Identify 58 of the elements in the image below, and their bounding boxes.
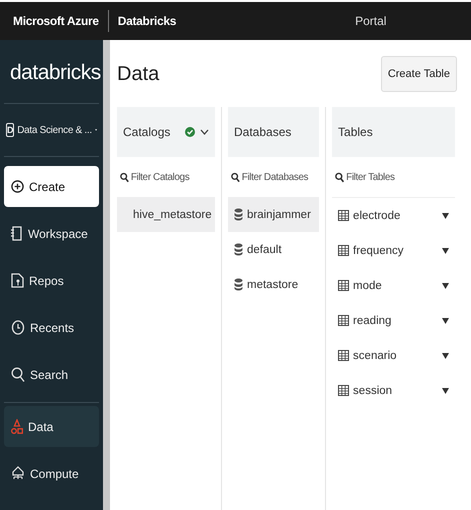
portal-link[interactable]: Portal — [355, 14, 386, 28]
product-name[interactable]: Databricks — [118, 14, 176, 28]
caret-down-icon[interactable] — [442, 352, 449, 358]
table-icon — [338, 350, 350, 361]
table-item[interactable]: frequency — [332, 233, 455, 268]
table-item[interactable]: session — [332, 373, 455, 408]
nav-item[interactable]: Search — [4, 354, 99, 395]
chevron-down-icon[interactable] — [200, 129, 209, 135]
caret-down-icon[interactable] — [442, 212, 449, 218]
logo-wordmark[interactable]: databricks — [10, 61, 101, 85]
table-icon — [338, 315, 350, 326]
data-icon — [11, 418, 23, 434]
caret-down-icon[interactable] — [442, 388, 449, 394]
search-icon — [231, 172, 240, 182]
brand-name[interactable]: Microsoft Azure — [13, 14, 99, 28]
column-title: Databases — [234, 125, 292, 139]
database-item[interactable]: default — [228, 232, 320, 267]
create-button[interactable]: Create — [4, 166, 99, 207]
database-item[interactable]: metastore — [228, 267, 320, 302]
table-item[interactable]: mode — [332, 268, 455, 303]
filter-field[interactable]: Filter Tables — [346, 172, 452, 182]
table-icon — [338, 245, 350, 256]
catalog-item[interactable]: hive_metastore — [117, 197, 215, 232]
compute-icon — [11, 466, 25, 481]
page-title: Data — [117, 62, 160, 86]
scrollbar[interactable] — [103, 40, 110, 510]
database-icon — [234, 278, 243, 291]
notebook-icon — [11, 226, 23, 241]
table-icon — [338, 210, 350, 221]
workspace-selector[interactable]: D Data Science & ... — [0, 104, 103, 156]
column-title: Catalogs — [123, 125, 170, 139]
database-icon — [234, 243, 243, 256]
plus-circle-icon — [11, 180, 24, 193]
create-table-button[interactable]: Create Table — [380, 56, 457, 92]
nav-item[interactable]: Recents — [4, 307, 99, 348]
nav-item[interactable]: Workspace — [4, 213, 99, 254]
filter-field[interactable]: Filter Catalogs — [130, 172, 212, 182]
table-icon — [338, 280, 350, 291]
search-icon — [11, 367, 25, 382]
caret-down-icon[interactable] — [442, 248, 449, 254]
database-item[interactable]: brainjammer — [228, 197, 320, 232]
nav-item[interactable]: Repos — [4, 260, 99, 301]
repo-icon — [11, 273, 24, 288]
table-item[interactable]: electrode — [332, 198, 455, 233]
check-circle-icon — [185, 127, 195, 137]
search-icon — [335, 172, 344, 182]
table-icon — [338, 385, 350, 396]
table-item[interactable]: reading — [332, 303, 455, 338]
column-title: Tables — [338, 125, 373, 139]
filter-field[interactable]: Filter Databases — [242, 172, 316, 182]
database-icon — [234, 208, 243, 221]
nav-item[interactable]: Compute — [4, 453, 99, 494]
clock-icon — [11, 320, 25, 335]
caret-down-icon[interactable] — [442, 282, 449, 288]
caret-down-icon[interactable] — [442, 318, 449, 324]
search-icon — [120, 172, 129, 182]
table-item[interactable]: scenario — [332, 338, 455, 373]
nav-item[interactable]: Data — [4, 406, 99, 447]
